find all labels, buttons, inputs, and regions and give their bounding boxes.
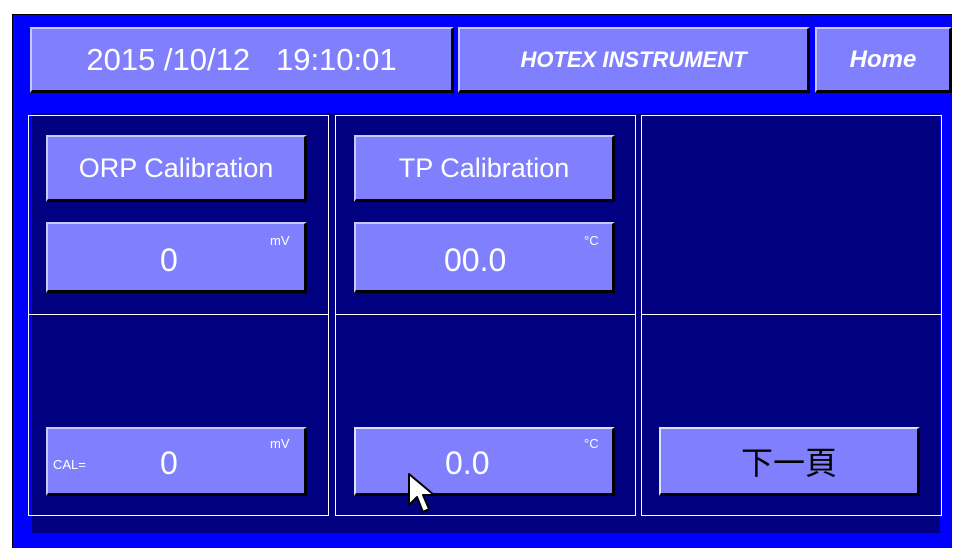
tp-unit: °C: [584, 233, 599, 248]
datetime-text: 2015 /10/12 19:10:01: [86, 41, 397, 77]
orp-calibration-button[interactable]: ORP Calibration: [46, 135, 307, 202]
orp-cal-prefix: CAL=: [53, 457, 86, 472]
next-page-label: 下一頁: [740, 444, 837, 482]
orp-cal-value-display[interactable]: CAL= 0 mV: [46, 427, 307, 496]
mouse-pointer-icon: [408, 473, 435, 513]
hmi-screen: 2015 /10/12 19:10:01 HOTEX INSTRUMENT Ho…: [12, 14, 952, 548]
tp-cal-value-display[interactable]: 0.0 °C: [354, 427, 615, 496]
window-frame: 2015 /10/12 19:10:01 HOTEX INSTRUMENT Ho…: [0, 0, 952, 549]
tp-cal-value: 0.0: [445, 445, 490, 481]
tp-cal-unit: °C: [584, 436, 599, 451]
tp-calibration-label: TP Calibration: [398, 152, 570, 183]
orp-cal-unit: mV: [270, 436, 290, 451]
orp-cal-value: 0: [160, 445, 178, 481]
home-button[interactable]: Home: [815, 27, 952, 93]
orp-value-display: 0 mV: [46, 222, 307, 293]
right-top-cell: [641, 115, 942, 315]
datetime-display: 2015 /10/12 19:10:01: [30, 27, 454, 93]
orp-calibration-label: ORP Calibration: [78, 152, 274, 183]
brand-label: HOTEX INSTRUMENT: [458, 27, 810, 93]
brand-text: HOTEX INSTRUMENT: [520, 46, 747, 72]
orp-unit: mV: [270, 233, 290, 248]
orp-value: 0: [160, 242, 178, 278]
next-page-button[interactable]: 下一頁: [659, 427, 920, 496]
tp-value: 00.0: [444, 242, 507, 278]
tp-value-display: 00.0 °C: [354, 222, 615, 293]
home-button-label: Home: [849, 45, 917, 73]
tp-calibration-button[interactable]: TP Calibration: [354, 135, 615, 202]
